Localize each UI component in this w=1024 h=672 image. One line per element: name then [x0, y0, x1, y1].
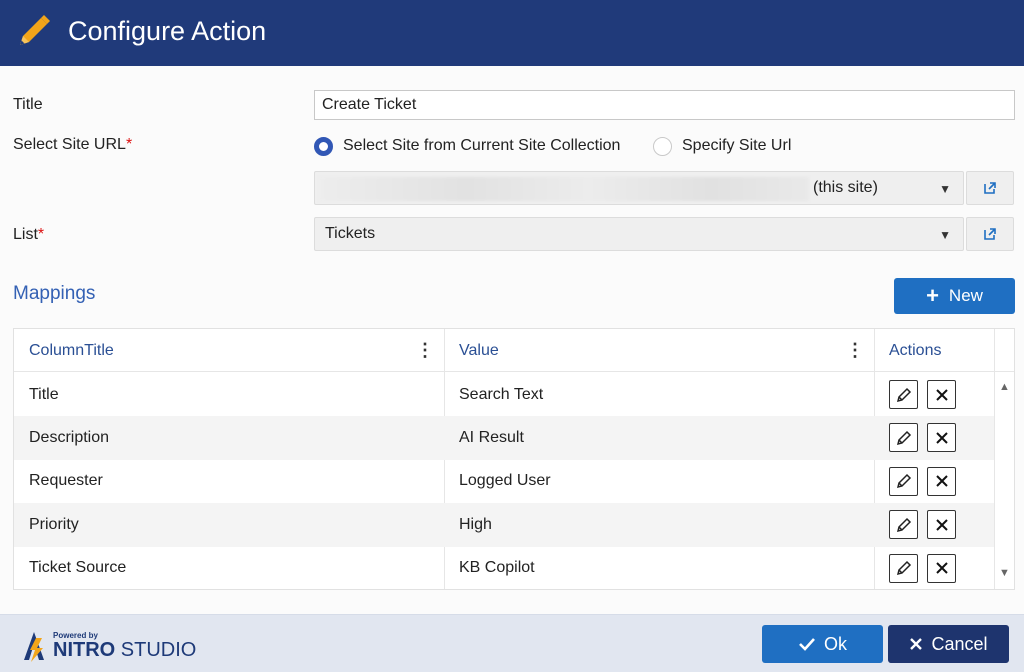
ok-button[interactable]: Ok: [762, 625, 883, 663]
list-label: List*: [13, 226, 44, 244]
title-label: Title: [13, 96, 43, 113]
close-icon: [935, 518, 948, 531]
cell-column: Requester: [29, 472, 103, 490]
edit-button[interactable]: [889, 423, 918, 453]
delete-button[interactable]: [927, 553, 956, 583]
required-mark: *: [37, 226, 45, 243]
new-mapping-label: New: [948, 286, 983, 305]
grid-header: ColumnTitle ⋮ Value ⋮ Actions: [14, 329, 1014, 372]
mappings-grid: ColumnTitle ⋮ Value ⋮ Actions Title Sear…: [13, 328, 1015, 590]
dialog-header: Configure Action: [0, 0, 1024, 66]
delete-button[interactable]: [927, 423, 956, 453]
cell-column: Description: [29, 428, 110, 446]
list-label-text: List: [13, 226, 38, 243]
dialog-title: Configure Action: [68, 16, 267, 46]
cancel-button[interactable]: Cancel: [888, 625, 1009, 663]
mappings-heading: Mappings: [13, 283, 96, 304]
column-header-value[interactable]: Value: [444, 329, 874, 372]
edit-icon: [896, 517, 911, 532]
open-list-button[interactable]: [966, 217, 1014, 251]
column-header-actions: Actions: [874, 329, 994, 372]
radio-specify-url-label: Specify Site Url: [682, 137, 792, 154]
site-select[interactable]: (this site) ▼: [314, 171, 964, 205]
table-row: Ticket Source KB Copilot: [14, 547, 994, 590]
cell-column: Title: [29, 385, 59, 403]
close-icon: [935, 388, 948, 401]
close-icon: [935, 562, 948, 574]
cell-value: AI Result: [459, 428, 524, 446]
delete-button[interactable]: [927, 466, 956, 496]
radio-specify-url-button[interactable]: [653, 136, 672, 156]
site-url-redacted: [319, 177, 809, 201]
edit-button[interactable]: [889, 380, 918, 409]
cell-value: High: [459, 515, 492, 533]
open-site-button[interactable]: [966, 171, 1014, 205]
column-header-label: Value: [459, 341, 499, 359]
column-header-label: ColumnTitle: [29, 341, 114, 359]
cell-value: Logged User: [459, 472, 551, 490]
scroll-down-icon[interactable]: ▼: [999, 567, 1010, 579]
nitro-logo-icon: [24, 632, 44, 662]
column-header-label: Actions: [889, 341, 942, 359]
site-url-label: Select Site URL*: [13, 136, 132, 154]
edit-icon: [896, 561, 911, 576]
cell-value: KB Copilot: [459, 559, 535, 577]
list-select-value: Tickets: [325, 225, 376, 242]
close-icon: [910, 638, 923, 650]
site-select-suffix: (this site): [813, 179, 878, 196]
edit-button[interactable]: [889, 466, 918, 496]
site-url-label-text: Select Site URL: [13, 136, 126, 153]
chevron-down-icon: ▼: [939, 228, 951, 242]
scroll-up-icon[interactable]: ▲: [999, 381, 1010, 393]
nitro-studio-logo: Powered by NITRO STUDIO: [20, 630, 220, 664]
edit-icon: [896, 387, 911, 402]
brand-name: NITRO STUDIO: [53, 639, 196, 662]
column-header-columntitle[interactable]: ColumnTitle: [14, 329, 444, 372]
close-icon: [935, 475, 948, 488]
table-row: Title Search Text: [14, 373, 994, 416]
delete-button[interactable]: [927, 510, 956, 540]
cell-column: Priority: [29, 515, 79, 533]
list-select[interactable]: Tickets ▼: [314, 217, 964, 251]
plus-icon: +: [926, 283, 939, 308]
cell-column: Ticket Source: [29, 559, 127, 577]
title-input[interactable]: [314, 90, 1015, 120]
table-row: Priority High: [14, 503, 994, 547]
column-divider: [994, 329, 995, 589]
check-icon: [799, 638, 815, 651]
required-mark: *: [125, 136, 133, 153]
table-row: Requester Logged User: [14, 460, 994, 503]
external-link-icon: [984, 228, 996, 240]
radio-specify-url[interactable]: Specify Site Url: [653, 134, 791, 158]
edit-icon: [896, 474, 911, 489]
pencil-icon: [20, 15, 50, 45]
close-icon: [935, 432, 948, 444]
edit-button[interactable]: [889, 510, 918, 540]
cancel-label: Cancel: [931, 633, 988, 654]
brand-rest: STUDIO: [115, 639, 197, 661]
chevron-down-icon: ▼: [939, 182, 951, 196]
column-menu-icon[interactable]: ⋮: [846, 341, 864, 359]
radio-current-site[interactable]: Select Site from Current Site Collection: [314, 134, 620, 158]
radio-current-site-label: Select Site from Current Site Collection: [343, 137, 621, 154]
new-mapping-button[interactable]: + New: [894, 278, 1015, 314]
edit-icon: [896, 430, 911, 445]
cell-value: Search Text: [459, 385, 544, 403]
radio-current-site-button[interactable]: [314, 136, 333, 156]
ok-label: Ok: [823, 633, 847, 654]
brand-bold: NITRO: [53, 639, 116, 661]
delete-button[interactable]: [927, 380, 956, 409]
edit-button[interactable]: [889, 553, 918, 583]
table-row: Description AI Result: [14, 416, 994, 460]
column-menu-icon[interactable]: ⋮: [416, 341, 434, 359]
external-link-icon: [984, 182, 996, 194]
